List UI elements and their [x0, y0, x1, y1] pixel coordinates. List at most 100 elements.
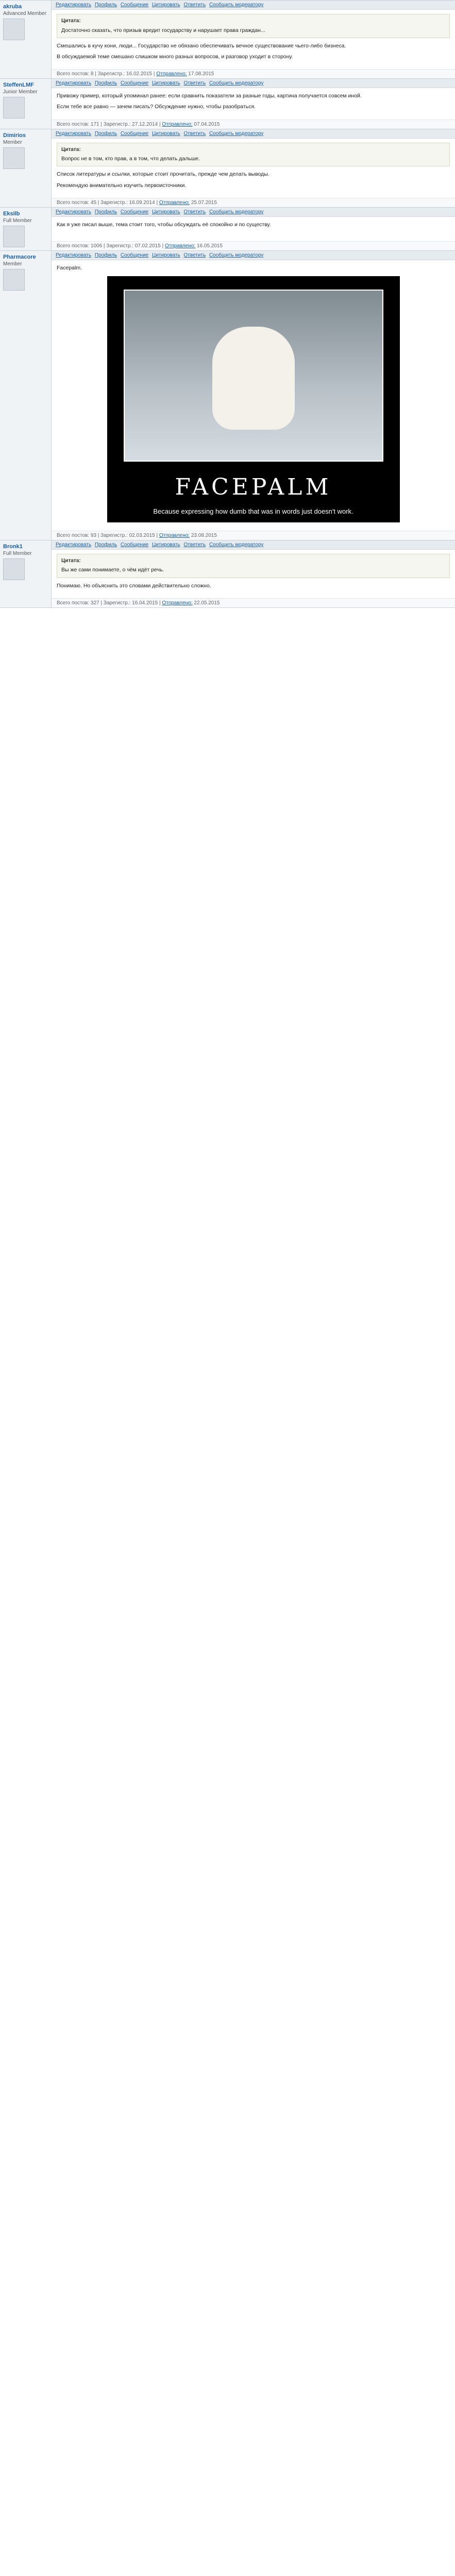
facepalm-title: FACEPALM — [175, 473, 332, 500]
quote-text: Достаточно сказать, что призыв вредит го… — [61, 27, 265, 33]
meta-posts-count: 45 — [90, 199, 97, 206]
message-link[interactable]: Сообщение — [121, 542, 148, 548]
edit-link[interactable]: Редактировать — [56, 209, 91, 215]
author-name[interactable]: Bronk1 — [3, 544, 48, 550]
report-link[interactable]: Сообщить модератору — [209, 209, 263, 215]
profile-link[interactable]: Профиль — [95, 2, 117, 8]
post-quote: Цитата: Вы же сами понимаете, о чём идёт… — [57, 553, 450, 578]
forum-post: Dimirios Member Редактировать Профиль Со… — [0, 129, 455, 208]
author-name[interactable]: Pharmacore — [3, 254, 48, 260]
meta-sent-date: 23.08.2015 — [191, 532, 217, 538]
quote-text: Вопрос не в том, кто прав, а в том, что … — [61, 156, 200, 162]
edit-link[interactable]: Редактировать — [56, 131, 91, 137]
post-meta: Всего постов: 93 | Зарегистр.: 02.03.201… — [52, 530, 455, 540]
author-name[interactable]: akruba — [3, 4, 48, 10]
meta-registered-date: 16.04.2015 — [132, 600, 158, 606]
meta-registered-date: 16.02.2015 — [126, 71, 153, 77]
quote-text: Вы же сами понимаете, о чём идёт речь. — [61, 567, 164, 573]
post-paragraph: Если тебе все равно — зачем писать? Обсу… — [57, 104, 256, 110]
message-link[interactable]: Сообщение — [121, 209, 148, 215]
meta-posts-label: Всего постов: — [57, 532, 90, 538]
author-name[interactable]: Dimirios — [3, 132, 48, 139]
report-link[interactable]: Сообщить модератору — [209, 80, 263, 86]
post-paragraph: Как я уже писал выше, тема стоит того, ч… — [57, 221, 271, 228]
profile-link[interactable]: Профиль — [95, 80, 117, 86]
reply-link[interactable]: Ответить — [183, 131, 206, 137]
post-paragraph: Facepalm. — [57, 264, 82, 271]
message-link[interactable]: Сообщение — [121, 80, 148, 86]
reply-link[interactable]: Ответить — [183, 2, 206, 8]
quote-link[interactable]: Цитировать — [152, 209, 180, 215]
avatar — [3, 97, 25, 119]
meta-sent-date: 17.08.2015 — [188, 71, 214, 77]
message-link[interactable]: Сообщение — [121, 252, 148, 258]
avatar — [3, 558, 25, 580]
meta-posts-count: 1006 — [90, 243, 103, 249]
reply-link[interactable]: Ответить — [183, 80, 206, 86]
edit-link[interactable]: Редактировать — [56, 2, 91, 8]
post-meta: Всего постов: 1006 | Зарегистр.: 07.02.2… — [52, 241, 455, 250]
post-meta: Всего постов: 171 | Зарегистр.: 27.12.20… — [52, 119, 455, 129]
meta-registered-label: Зарегистр.: — [106, 243, 133, 249]
facepalm-caption: Because expressing how dumb that was in … — [153, 507, 353, 515]
author-rank: Full Member — [3, 550, 32, 556]
post-toolbar: Редактировать Профиль Сообщение Цитирова… — [52, 1, 455, 10]
meta-registered-label: Зарегистр.: — [100, 199, 128, 206]
avatar — [3, 225, 25, 247]
post-quote: Цитата: Достаточно сказать, что призыв в… — [57, 14, 450, 38]
meta-posts-label: Всего постов: — [57, 121, 90, 127]
permalink[interactable]: Отправлено: — [159, 200, 190, 206]
meta-registered-date: 16.09.2014 — [129, 199, 155, 206]
report-link[interactable]: Сообщить модератору — [209, 131, 263, 137]
meta-posts-count: 327 — [90, 600, 99, 606]
reply-link[interactable]: Ответить — [183, 209, 206, 215]
quote-link[interactable]: Цитировать — [152, 80, 180, 86]
meta-registered-label: Зарегистр.: — [97, 71, 125, 77]
report-link[interactable]: Сообщить модератору — [209, 542, 263, 548]
permalink[interactable]: Отправлено: — [165, 243, 195, 249]
author-panel: Pharmacore Member — [0, 250, 52, 540]
edit-link[interactable]: Редактировать — [56, 252, 91, 258]
author-panel: akruba Advanced Member — [0, 1, 52, 79]
quote-link[interactable]: Цитировать — [152, 542, 180, 548]
post-meta: Всего постов: 45 | Зарегистр.: 16.09.201… — [52, 197, 455, 207]
meta-posts-count: 93 — [90, 532, 97, 538]
edit-link[interactable]: Редактировать — [56, 80, 91, 86]
facepalm-image: FACEPALM Because expressing how dumb tha… — [107, 276, 400, 522]
permalink[interactable]: Отправлено: — [162, 122, 192, 127]
avatar — [3, 19, 25, 40]
author-name[interactable]: Eksilb — [3, 211, 48, 217]
edit-link[interactable]: Редактировать — [56, 542, 91, 548]
avatar — [3, 268, 25, 291]
forum-post: Eksilb Full Member Редактировать Профиль… — [0, 207, 455, 251]
profile-link[interactable]: Профиль — [95, 131, 117, 137]
message-link[interactable]: Сообщение — [121, 131, 148, 137]
forum-post: Bronk1 Full Member Редактировать Профиль… — [0, 540, 455, 608]
meta-registered-label: Зарегистр.: — [100, 532, 128, 538]
quote-head: Цитата: — [61, 146, 81, 152]
post-paragraph: Смешались в кучу кони, люди... Государст… — [57, 42, 346, 49]
profile-link[interactable]: Профиль — [95, 542, 117, 548]
permalink[interactable]: Отправлено: — [156, 71, 187, 77]
author-rank: Member — [3, 261, 22, 267]
author-panel: Bronk1 Full Member — [0, 540, 52, 607]
author-name[interactable]: SteffenLMF — [3, 82, 48, 88]
quote-link[interactable]: Цитировать — [152, 2, 180, 8]
meta-posts-label: Всего постов: — [57, 243, 90, 249]
report-link[interactable]: Сообщить модератору — [209, 252, 263, 258]
reply-link[interactable]: Ответить — [183, 252, 206, 258]
permalink[interactable]: Отправлено: — [159, 533, 190, 538]
post-paragraph: В обсуждаемой теме смешано слишком много… — [57, 53, 293, 60]
report-link[interactable]: Сообщить модератору — [209, 2, 263, 8]
quote-link[interactable]: Цитировать — [152, 252, 180, 258]
quote-link[interactable]: Цитировать — [152, 131, 180, 137]
permalink[interactable]: Отправлено: — [162, 600, 192, 606]
profile-link[interactable]: Профиль — [95, 252, 117, 258]
reply-link[interactable]: Ответить — [183, 542, 206, 548]
meta-sent-date: 07.04.2015 — [194, 121, 220, 127]
meta-registered-date: 02.03.2015 — [129, 532, 155, 538]
author-rank: Advanced Member — [3, 11, 46, 16]
message-link[interactable]: Сообщение — [121, 2, 148, 8]
profile-link[interactable]: Профиль — [95, 209, 117, 215]
meta-posts-label: Всего постов: — [57, 600, 90, 606]
